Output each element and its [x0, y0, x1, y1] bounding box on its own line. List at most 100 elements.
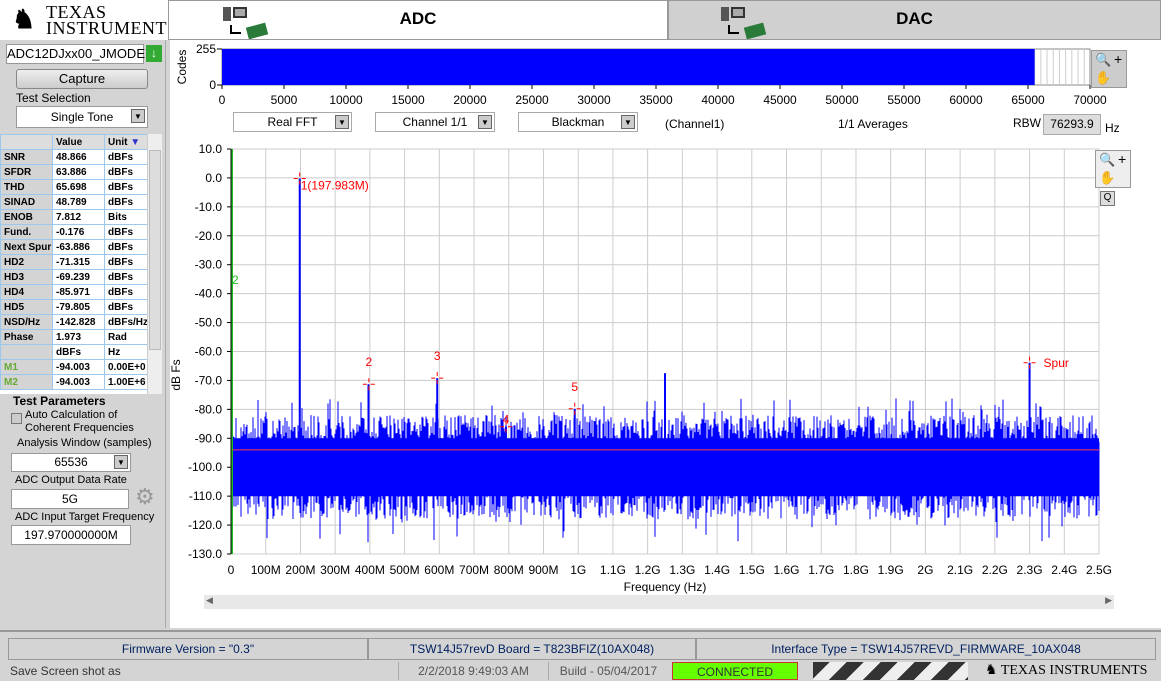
y-tick-label: -110.0: [189, 489, 222, 503]
row-cell: 1.00E+6: [104, 374, 151, 390]
x-tick-label: 2.2G: [982, 563, 1008, 577]
row-label: Next Spur: [0, 239, 53, 255]
table-row: Phase 1.973 Rad: [0, 329, 151, 345]
codes-xtick: 55000: [887, 93, 921, 107]
tab-adc[interactable]: ADC: [168, 0, 668, 40]
window-dropdown[interactable]: Blackman ▼: [518, 112, 638, 132]
row-label: Fund.: [0, 224, 53, 240]
y-axis-label: dB Fs: [170, 359, 183, 390]
row-cell: -69.239: [52, 269, 105, 285]
y-tick-label: -100.0: [188, 460, 222, 474]
y-tick-label: -10.0: [195, 200, 223, 214]
footer-ti-logo: ♞ Texas Instruments: [985, 662, 1147, 680]
analysis-window-value: 65536: [54, 455, 88, 469]
row-cell: -142.828: [52, 314, 105, 330]
data-rate-input[interactable]: 5G: [11, 489, 129, 509]
test-selection-dropdown[interactable]: Single Tone ▼: [16, 106, 148, 128]
row-cell: dBFs: [52, 344, 105, 360]
y-tick-label: 0.0: [205, 171, 222, 185]
row-cell: dBFs: [104, 239, 151, 255]
y-tick-label: -70.0: [195, 373, 223, 387]
row-cell: Hz: [104, 344, 151, 360]
row-cell: -0.176: [52, 224, 105, 240]
tab-dac[interactable]: DAC: [668, 0, 1161, 40]
row-cell: dBFs: [104, 269, 151, 285]
sort-down-icon[interactable]: ▼: [127, 137, 140, 148]
row-cell: dBFs: [104, 299, 151, 315]
row-cell: 48.789: [52, 194, 105, 210]
chevron-down-icon: ▼: [621, 115, 635, 129]
header-cell[interactable]: Unit ▼: [104, 134, 151, 150]
row-label: Phase: [0, 329, 53, 345]
x-tick-label: 1.3G: [669, 563, 695, 577]
header-cell: Value: [52, 134, 105, 150]
analysis-window-label: Analysis Window (samples): [17, 437, 152, 449]
x-tick-label: 1.9G: [878, 563, 904, 577]
data-rate-label: ADC Output Data Rate: [15, 474, 127, 486]
table-row: HD2 -71.315 dBFs: [0, 254, 151, 270]
load-arrow-icon[interactable]: ↓: [146, 45, 162, 62]
x-tick-label: 800M: [494, 563, 524, 577]
auto-calc-label: Auto Calculation of: [25, 409, 118, 421]
row-cell: -63.886: [52, 239, 105, 255]
row-cell: -85.971: [52, 284, 105, 300]
table-row: ENOB 7.812 Bits: [0, 209, 151, 225]
codes-xtick: 40000: [701, 93, 735, 107]
x-tick-label: 0: [228, 563, 235, 577]
results-table-container: Value Unit ▼ SNR 48.866 dBFs SFDR 63.886 dBFs TH…: [0, 134, 162, 394]
pan-hand-icon[interactable]: ✋: [1095, 70, 1111, 86]
x-tick-label: 2G: [917, 563, 933, 577]
device-select[interactable]: ADC12DJxx00_JMODE: [6, 44, 145, 64]
ti-logo: ♞ Texas Instruments: [0, 0, 177, 40]
gear-icon[interactable]: ⚙: [135, 484, 155, 510]
codes-xtick: 65000: [1011, 93, 1045, 107]
ti-emblem-icon: ♞: [985, 663, 1001, 678]
datetime-label: 2/2/2018 9:49:03 AM: [398, 662, 548, 680]
row-cell: 7.812: [52, 209, 105, 225]
row-label: SINAD: [0, 194, 53, 210]
rbw-label: RBW: [1013, 116, 1041, 130]
results-scrollbar[interactable]: [147, 134, 162, 394]
connection-status: CONNECTED: [672, 662, 798, 680]
target-freq-input[interactable]: 197.970000000M: [11, 525, 131, 545]
channel-dropdown[interactable]: Channel 1/1 ▼: [375, 112, 495, 132]
table-row: THD 65.698 dBFs: [0, 179, 151, 195]
auto-calc-checkbox[interactable]: [11, 413, 22, 424]
x-tick-label: 2.1G: [947, 563, 973, 577]
table-row: dBFs Hz: [0, 344, 151, 360]
fft-type-dropdown[interactable]: Real FFT ▼: [233, 112, 352, 132]
row-cell: dBFs: [104, 149, 151, 165]
zoom-reset-icon[interactable]: Q: [1100, 191, 1115, 206]
table-row: M1 -94.003 0.00E+0: [0, 359, 151, 375]
channel-value: Channel 1/1: [402, 115, 468, 129]
row-cell: Rad: [104, 329, 151, 345]
y-tick-label: -120.0: [188, 518, 222, 532]
row-label: SFDR: [0, 164, 53, 180]
codes-trace: [222, 49, 1035, 85]
table-row: M2 -94.003 1.00E+6: [0, 374, 151, 390]
chevron-down-icon: ▼: [114, 455, 128, 469]
row-label: M1: [0, 359, 53, 375]
cursor-plus-icon[interactable]: +: [1118, 151, 1126, 167]
capture-button[interactable]: Capture: [16, 69, 148, 89]
codes-xtick: 5000: [271, 93, 298, 107]
fft-type-value: Real FFT: [267, 115, 318, 129]
row-cell: dBFs: [104, 179, 151, 195]
row-label: [0, 344, 53, 360]
row-cell: 63.886: [52, 164, 105, 180]
spectrum-scrollbar[interactable]: ◀ ▶: [204, 595, 1114, 609]
y-tick-label: -50.0: [195, 316, 223, 330]
zoom-icon[interactable]: 🔍: [1099, 152, 1115, 168]
save-screenshot-link[interactable]: Save Screen shot as: [10, 662, 121, 680]
main-panel: Codes 255 0 0 5000 10000 15000 20000 25000 30000 3…: [170, 40, 1161, 628]
window-value: Blackman: [551, 115, 605, 129]
cursor-plus-icon[interactable]: +: [1114, 51, 1122, 67]
zoom-icon[interactable]: 🔍: [1095, 52, 1111, 68]
x-tick-label: 300M: [320, 563, 350, 577]
analysis-window-dropdown[interactable]: 65536 ▼: [11, 453, 131, 472]
test-selection-label: Test Selection: [16, 91, 91, 105]
codes-xtick: 70000: [1073, 93, 1107, 107]
x-tick-label: 1.5G: [739, 563, 765, 577]
marker-label: 3: [434, 349, 441, 363]
pan-hand-icon[interactable]: ✋: [1099, 170, 1115, 186]
